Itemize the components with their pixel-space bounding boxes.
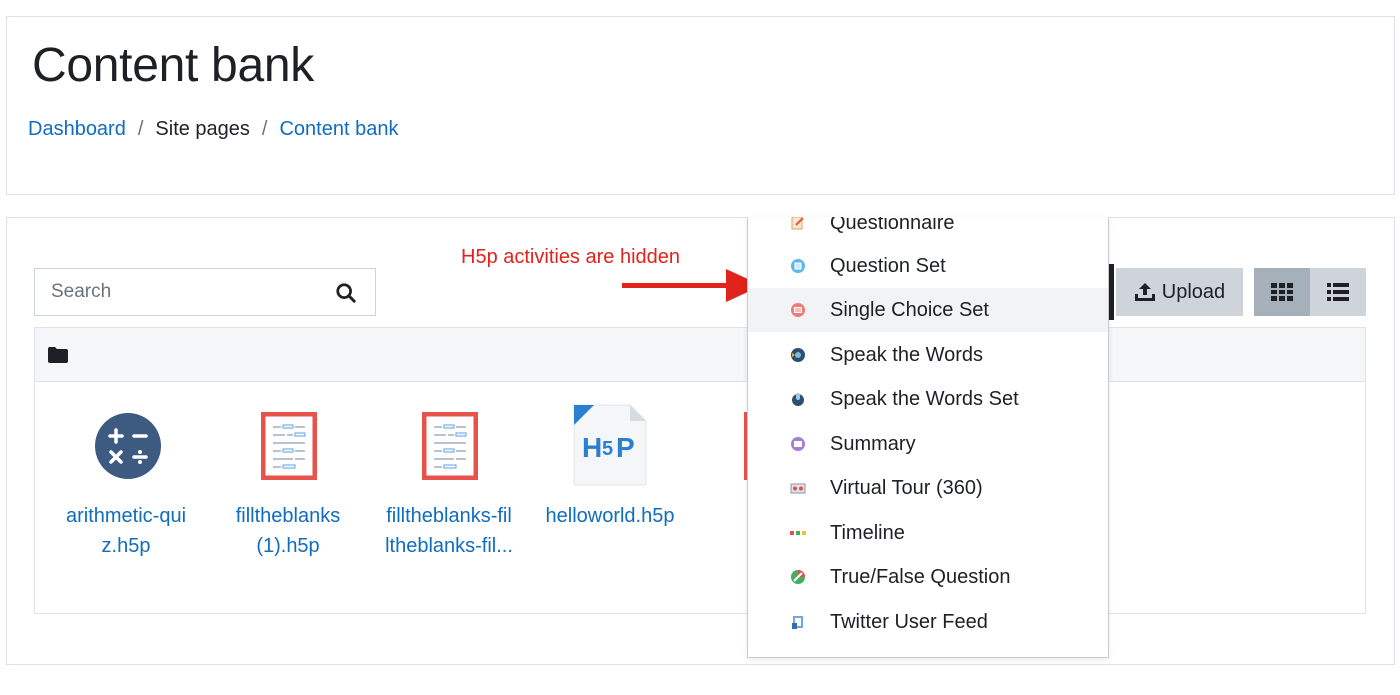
upload-label: Upload bbox=[1161, 280, 1226, 303]
menu-item-virtual-tour[interactable]: Virtual Tour (360) bbox=[748, 466, 1108, 510]
breadcrumb-separator: / bbox=[137, 118, 144, 140]
h5p-file-icon[interactable]: H 5 P bbox=[570, 403, 650, 489]
folder-icon[interactable] bbox=[47, 346, 69, 364]
twitter-feed-icon bbox=[792, 616, 803, 629]
svg-text:P: P bbox=[616, 432, 635, 463]
breadcrumb-site-pages: Site pages bbox=[155, 118, 250, 140]
breadcrumb-content-bank[interactable]: Content bank bbox=[279, 118, 398, 141]
fill-blanks-icon[interactable] bbox=[261, 412, 317, 480]
grid-icon bbox=[1271, 283, 1293, 301]
breadcrumb-separator: / bbox=[261, 118, 268, 140]
menu-item-twitter-user-feed[interactable]: Twitter User Feed bbox=[748, 600, 1108, 644]
file-name-helloworld[interactable]: helloworld.h5p bbox=[535, 501, 685, 531]
list-view-button[interactable] bbox=[1310, 268, 1366, 316]
timeline-icon bbox=[790, 531, 806, 535]
annotation-text: H5p activities are hidden bbox=[461, 246, 681, 268]
speak-words-icon bbox=[791, 348, 805, 362]
questionnaire-icon bbox=[791, 217, 804, 230]
file-browser bbox=[34, 327, 1366, 614]
search-input[interactable] bbox=[35, 281, 325, 303]
page-title: Content bank bbox=[32, 39, 314, 92]
annotation-arrow-icon bbox=[622, 269, 762, 302]
file-name-filltheblanks-1[interactable]: filltheblanks (1).h5p bbox=[213, 501, 363, 561]
single-choice-icon bbox=[791, 303, 805, 317]
upload-icon bbox=[1134, 283, 1155, 301]
svg-text:5: 5 bbox=[602, 438, 613, 460]
menu-item-summary[interactable]: Summary bbox=[748, 422, 1108, 466]
search-icon[interactable] bbox=[335, 282, 357, 304]
search-box bbox=[34, 268, 376, 316]
menu-item-questionnaire[interactable]: Questionnaire bbox=[748, 217, 1108, 245]
virtual-tour-icon bbox=[790, 483, 806, 494]
list-icon bbox=[1327, 283, 1349, 301]
menu-item-question-set[interactable]: Question Set bbox=[748, 244, 1108, 288]
fill-blanks-icon[interactable] bbox=[422, 412, 478, 480]
menu-item-true-false[interactable]: True/False Question bbox=[748, 555, 1108, 599]
add-content-dropdown: Questionnaire Question Set Single Choice… bbox=[747, 217, 1109, 658]
upload-button[interactable]: Upload bbox=[1116, 268, 1243, 316]
question-set-icon bbox=[791, 259, 805, 273]
breadcrumb: Dashboard / Site pages / Content bank bbox=[28, 118, 398, 141]
menu-item-speak-the-words[interactable]: Speak the Words bbox=[748, 333, 1108, 377]
grid-view-button[interactable] bbox=[1254, 268, 1310, 316]
folder-navigation-bar bbox=[35, 328, 1365, 382]
file-name-filltheblanks-filltheblanks[interactable]: filltheblanks-fil ltheblanks-fil... bbox=[374, 501, 524, 561]
calculator-icon[interactable] bbox=[94, 412, 162, 480]
file-name-arithmetic-quiz[interactable]: arithmetic-qui z.h5p bbox=[51, 501, 201, 561]
speak-words-set-icon bbox=[792, 393, 804, 406]
svg-text:H: H bbox=[582, 432, 602, 463]
menu-item-speak-the-words-set[interactable]: Speak the Words Set bbox=[748, 377, 1108, 421]
summary-icon bbox=[791, 437, 805, 451]
menu-item-timeline[interactable]: Timeline bbox=[748, 511, 1108, 555]
true-false-icon bbox=[791, 570, 805, 584]
breadcrumb-dashboard[interactable]: Dashboard bbox=[28, 118, 126, 141]
menu-item-single-choice-set[interactable]: Single Choice Set bbox=[748, 288, 1108, 332]
